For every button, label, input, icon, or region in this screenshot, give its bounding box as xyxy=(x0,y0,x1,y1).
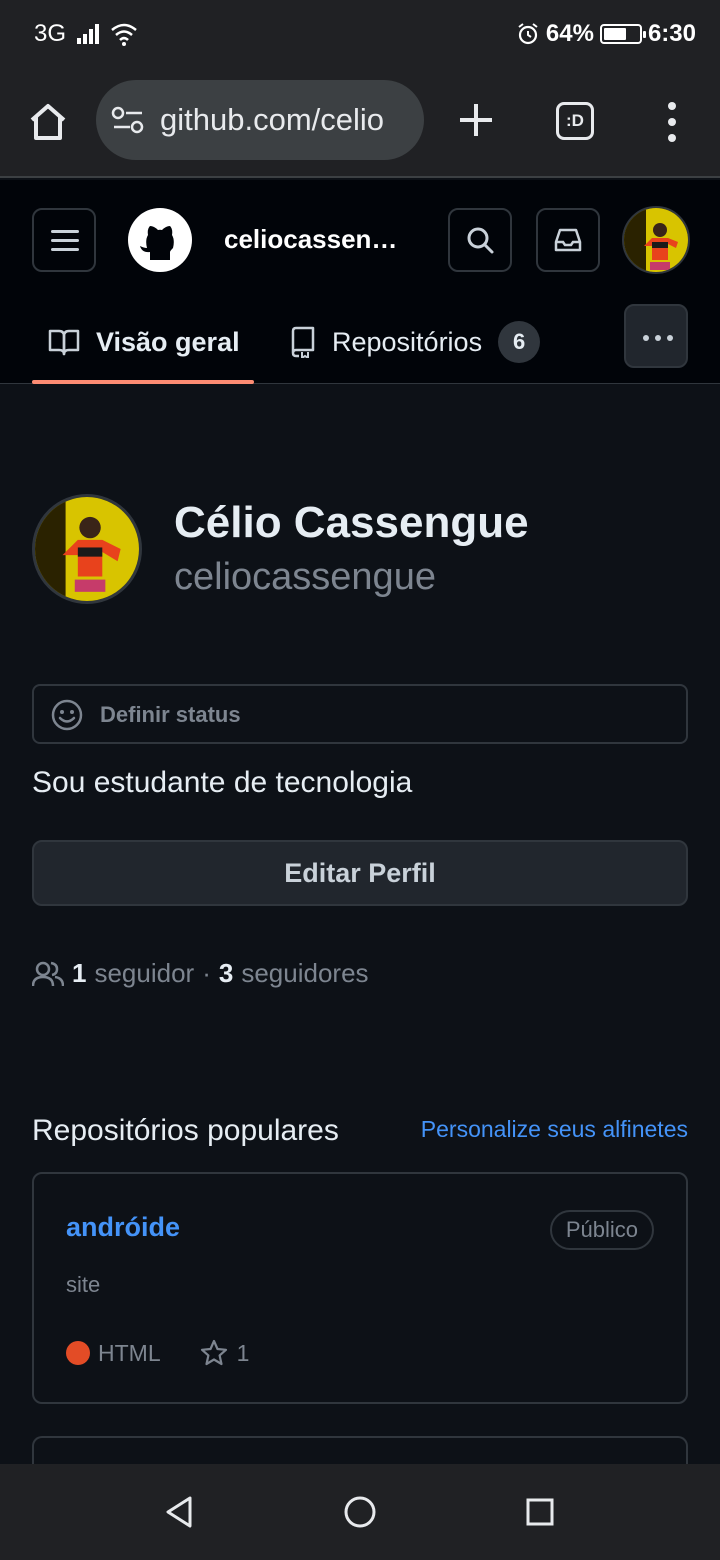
browser-toolbar: github.com/celio :D xyxy=(0,70,720,178)
people-icon xyxy=(32,961,64,986)
search-icon xyxy=(467,227,494,254)
system-navigation-bar xyxy=(0,1464,720,1560)
repo-card: andróide Público site HTML 1 xyxy=(32,1172,688,1404)
more-vert-icon[interactable] xyxy=(660,100,684,144)
repo-stars[interactable]: 1 xyxy=(237,1340,250,1367)
popular-repos-heading: Repositórios populares xyxy=(32,1114,339,1147)
github-logo-icon[interactable] xyxy=(128,208,192,272)
home-nav-icon[interactable] xyxy=(340,1492,380,1532)
clock: 6:30 xyxy=(647,20,696,47)
profile-login: celiocassengue xyxy=(174,556,436,598)
header-username[interactable]: celiocassen… xyxy=(224,224,397,255)
profile-avatar[interactable] xyxy=(32,494,142,604)
tab-overview[interactable]: Visão geral xyxy=(48,314,240,370)
smiley-icon xyxy=(51,699,83,731)
tab-switcher-button[interactable]: :D xyxy=(556,102,594,140)
following-label[interactable]: seguidores xyxy=(241,958,368,989)
visibility-badge: Público xyxy=(549,1210,654,1250)
wifi-icon xyxy=(111,23,137,46)
signal-icon xyxy=(77,24,100,44)
repo-language: HTML xyxy=(98,1339,161,1366)
repo-name-link[interactable]: andróide xyxy=(66,1212,180,1243)
back-icon[interactable] xyxy=(160,1492,200,1532)
repositories-count-badge: 6 xyxy=(498,321,541,363)
alarm-icon xyxy=(518,23,538,45)
repo-meta: HTML 1 xyxy=(66,1338,249,1368)
star-icon[interactable] xyxy=(199,1338,229,1368)
search-button[interactable] xyxy=(448,208,512,272)
repo-description: site xyxy=(66,1272,101,1297)
site-settings-icon[interactable] xyxy=(110,104,146,136)
battery-percent: 64% xyxy=(545,20,594,47)
new-tab-icon[interactable] xyxy=(456,100,496,140)
tab-overview-label: Visão geral xyxy=(96,326,240,357)
recents-icon[interactable] xyxy=(520,1492,560,1532)
inbox-button[interactable] xyxy=(536,208,600,272)
github-header: celiocassen… Visão geral Repositórios 6 xyxy=(0,180,720,384)
repo-icon xyxy=(291,326,315,358)
tab-repositories-label: Repositórios xyxy=(332,326,483,357)
profile-tabs: Visão geral Repositórios 6 xyxy=(0,304,720,384)
language-color-dot xyxy=(66,1341,90,1365)
battery-icon xyxy=(599,24,646,44)
set-status-label: Definir status xyxy=(100,702,241,727)
tab-repositories[interactable]: Repositórios 6 xyxy=(288,314,541,370)
book-icon xyxy=(48,329,80,356)
follow-separator: · xyxy=(202,958,211,988)
profile-full-name: Célio Cassengue xyxy=(174,498,529,547)
avatar[interactable] xyxy=(622,206,690,274)
profile-bio: Sou estudante de tecnologia xyxy=(32,766,413,799)
followers-label[interactable]: seguidor xyxy=(94,958,194,989)
follow-stats: 1 seguidor · 3 seguidores xyxy=(32,958,369,989)
customize-pins-link[interactable]: Personalize seus alfinetes xyxy=(421,1116,688,1143)
url-text: github.com/celio xyxy=(160,102,385,137)
followers-count[interactable]: 1 xyxy=(72,958,86,989)
set-status-button[interactable]: Definir status xyxy=(32,684,688,744)
address-bar[interactable]: github.com/celio xyxy=(96,80,424,160)
following-count[interactable]: 3 xyxy=(219,958,233,989)
edit-profile-button[interactable]: Editar Perfil xyxy=(32,840,688,906)
menu-button[interactable] xyxy=(32,208,96,272)
home-icon[interactable] xyxy=(24,98,72,146)
inbox-icon xyxy=(554,228,582,252)
status-bar: 3G 64% 6:30 xyxy=(0,0,720,70)
active-tab-indicator xyxy=(32,380,254,384)
more-tabs-button[interactable] xyxy=(624,304,688,368)
network-type: 3G xyxy=(34,20,67,47)
